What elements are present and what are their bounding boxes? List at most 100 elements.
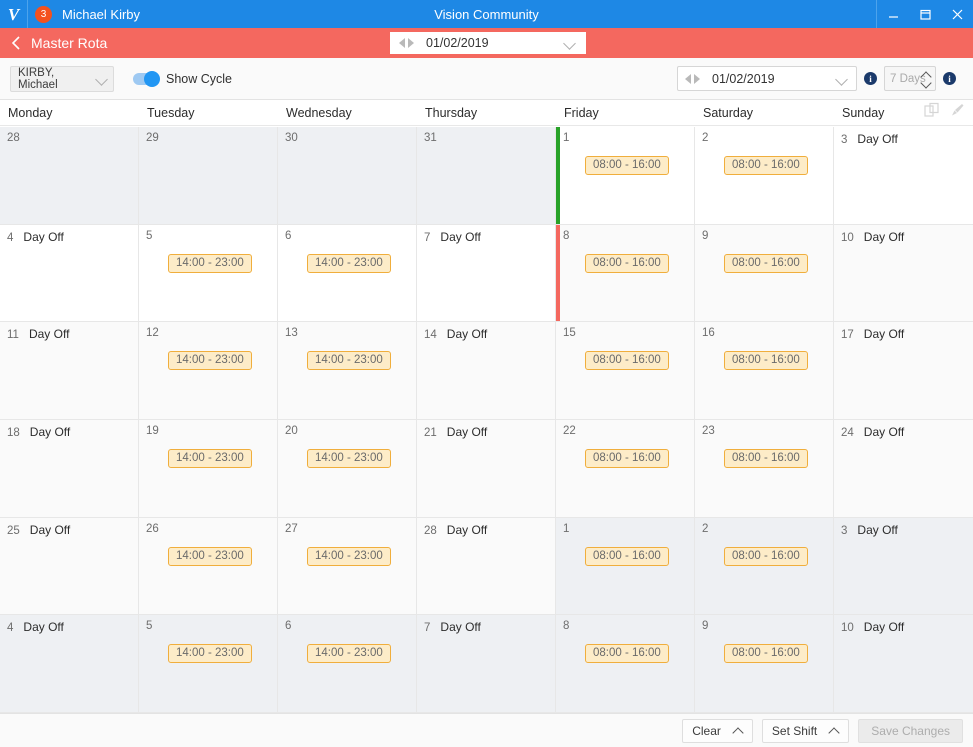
shift-chip[interactable]: 14:00 - 23:00 — [168, 644, 252, 664]
shift-chip[interactable]: 14:00 - 23:00 — [168, 546, 252, 566]
shift-chip[interactable]: 14:00 - 23:00 — [307, 351, 391, 371]
clear-button[interactable]: Clear — [682, 718, 753, 743]
calendar-cell-header: 17 Day Off — [841, 327, 967, 342]
chevron-down-icon[interactable] — [564, 39, 577, 47]
calendar-cell[interactable]: 15 08:00 - 16:00 — [556, 322, 695, 420]
chevron-down-icon[interactable] — [836, 75, 849, 83]
chevron-up-icon[interactable] — [829, 727, 839, 734]
calendar-cell-header: 10 Day Off — [841, 230, 967, 245]
calendar-cell[interactable]: 4 Day Off — [0, 615, 139, 713]
calendar-cell[interactable]: 17 Day Off — [834, 322, 973, 420]
app-title: Vision Community — [434, 6, 539, 22]
toggle-track[interactable] — [133, 70, 160, 87]
set-shift-button[interactable]: Set Shift — [761, 718, 850, 743]
calendar-cell[interactable]: 4 Day Off — [0, 224, 139, 323]
header-date-picker[interactable]: 01/02/2019 — [390, 32, 586, 54]
calendar-cell[interactable]: 10 Day Off — [834, 615, 973, 713]
info-icon-secondary[interactable]: i — [943, 72, 956, 85]
calendar-cell[interactable]: 26 14:00 - 23:00 — [139, 517, 278, 616]
calendar-cell[interactable]: 13 14:00 - 23:00 — [278, 322, 417, 420]
shift-chip[interactable]: 14:00 - 23:00 — [307, 253, 391, 273]
calendar-cell[interactable]: 20 14:00 - 23:00 — [278, 419, 417, 518]
calendar-cell[interactable]: 18 Day Off — [0, 419, 139, 518]
calendar-cell[interactable]: 5 14:00 - 23:00 — [139, 615, 278, 713]
shift-chip[interactable]: 08:00 - 16:00 — [585, 546, 669, 566]
calendar-cell[interactable]: 7 Day Off — [417, 224, 556, 323]
stepper-down-icon[interactable] — [922, 80, 931, 86]
calendar-cell[interactable]: 7 Day Off — [417, 615, 556, 713]
shift-chip[interactable]: 08:00 - 16:00 — [585, 253, 669, 273]
calendar-cell[interactable]: 8 08:00 - 16:00 — [556, 224, 695, 323]
calendar-cell[interactable]: 23 08:00 - 16:00 — [695, 419, 834, 518]
shift-chip[interactable]: 08:00 - 16:00 — [724, 448, 808, 468]
days-stepper-arrows[interactable] — [920, 69, 932, 89]
show-cycle-toggle[interactable]: Show Cycle — [133, 70, 232, 87]
header-date-nav[interactable] — [395, 38, 418, 48]
shift-chip[interactable]: 08:00 - 16:00 — [585, 644, 669, 664]
calendar-cell[interactable]: 6 14:00 - 23:00 — [278, 224, 417, 323]
shift-chip[interactable]: 14:00 - 23:00 — [307, 448, 391, 468]
shift-chip[interactable]: 08:00 - 16:00 — [724, 546, 808, 566]
shift-chip[interactable]: 14:00 - 23:00 — [307, 644, 391, 664]
calendar-cell[interactable]: 1 08:00 - 16:00 — [556, 517, 695, 616]
calendar-cell[interactable]: 31 — [417, 127, 556, 225]
shift-chip[interactable]: 14:00 - 23:00 — [168, 351, 252, 371]
back-chevron-icon[interactable] — [9, 36, 23, 50]
shift-chip[interactable]: 14:00 - 23:00 — [168, 253, 252, 273]
calendar-cell[interactable]: 22 08:00 - 16:00 — [556, 419, 695, 518]
calendar-cell[interactable]: 11 Day Off — [0, 322, 139, 420]
shift-chip[interactable]: 08:00 - 16:00 — [585, 351, 669, 371]
calendar-cell[interactable]: 16 08:00 - 16:00 — [695, 322, 834, 420]
calendar-cell[interactable]: 2 08:00 - 16:00 — [695, 517, 834, 616]
chevron-down-icon[interactable] — [96, 75, 109, 83]
previous-date-icon[interactable] — [399, 38, 405, 48]
calendar-cell[interactable]: 1 08:00 - 16:00 — [556, 127, 695, 225]
rota-date-nav[interactable] — [681, 73, 704, 84]
rota-date-picker[interactable]: 01/02/2019 — [677, 66, 857, 91]
shift-chip[interactable]: 08:00 - 16:00 — [724, 351, 808, 371]
calendar-cell[interactable]: 9 08:00 - 16:00 — [695, 615, 834, 713]
shift-chip[interactable]: 08:00 - 16:00 — [585, 156, 669, 175]
calendar-cell[interactable]: 9 08:00 - 16:00 — [695, 224, 834, 323]
minimize-icon[interactable] — [877, 0, 909, 28]
day-number: 29 — [146, 132, 159, 144]
save-changes-button[interactable]: Save Changes — [858, 718, 963, 743]
calendar-cell[interactable]: 14 Day Off — [417, 322, 556, 420]
calendar-cell[interactable]: 29 — [139, 127, 278, 225]
calendar-cell[interactable]: 3 Day Off — [834, 127, 973, 225]
calendar-cell[interactable]: 28 — [0, 127, 139, 225]
calendar-cell[interactable]: 30 — [278, 127, 417, 225]
days-stepper[interactable]: 7 Days — [884, 66, 936, 91]
shift-chip[interactable]: 14:00 - 23:00 — [307, 546, 391, 566]
shift-chip[interactable]: 08:00 - 16:00 — [724, 253, 808, 273]
staff-select[interactable]: KIRBY, Michael — [10, 65, 114, 92]
cycle-marker-green — [556, 127, 560, 224]
shift-chip[interactable]: 08:00 - 16:00 — [724, 156, 808, 175]
calendar-cell[interactable]: 21 Day Off — [417, 419, 556, 518]
shift-chip[interactable]: 08:00 - 16:00 — [585, 448, 669, 468]
calendar-cell[interactable]: 27 14:00 - 23:00 — [278, 517, 417, 616]
maximize-icon[interactable] — [909, 0, 941, 28]
notification-badge[interactable]: 3 — [35, 5, 52, 23]
calendar-cell[interactable]: 12 14:00 - 23:00 — [139, 322, 278, 420]
shift-chip[interactable]: 14:00 - 23:00 — [168, 448, 252, 468]
calendar-cell[interactable]: 8 08:00 - 16:00 — [556, 615, 695, 713]
previous-date-icon[interactable] — [685, 73, 691, 84]
day-off-label: Day Off — [440, 620, 481, 635]
shift-chip[interactable]: 08:00 - 16:00 — [724, 644, 808, 664]
next-date-icon[interactable] — [408, 38, 414, 48]
calendar-cell[interactable]: 6 14:00 - 23:00 — [278, 615, 417, 713]
info-icon[interactable]: i — [864, 72, 877, 85]
calendar-cell[interactable]: 3 Day Off — [834, 517, 973, 616]
calendar-cell[interactable]: 2 08:00 - 16:00 — [695, 127, 834, 225]
next-date-icon[interactable] — [694, 73, 700, 84]
calendar-cell[interactable]: 5 14:00 - 23:00 — [139, 224, 278, 323]
chevron-up-icon[interactable] — [733, 727, 743, 734]
calendar-cell[interactable]: 10 Day Off — [834, 224, 973, 323]
calendar-cell[interactable]: 28 Day Off — [417, 517, 556, 616]
calendar-cell[interactable]: 19 14:00 - 23:00 — [139, 419, 278, 518]
close-icon[interactable] — [941, 0, 973, 28]
calendar-cell[interactable]: 24 Day Off — [834, 419, 973, 518]
day-number: 6 — [285, 229, 292, 242]
calendar-cell[interactable]: 25 Day Off — [0, 517, 139, 616]
